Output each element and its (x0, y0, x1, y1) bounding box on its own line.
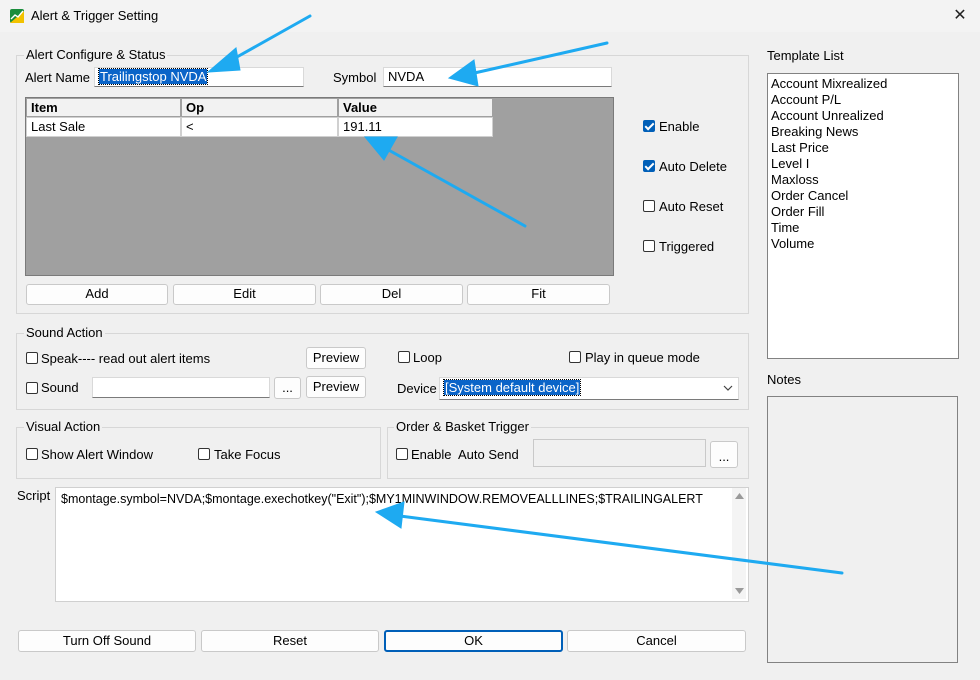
app-icon (10, 9, 24, 23)
script-scrollbar[interactable] (732, 488, 746, 599)
notes-area[interactable] (767, 396, 958, 663)
order-enable-checkbox[interactable] (396, 448, 408, 460)
template-list-label: Template List (767, 48, 844, 63)
auto-send-label: Auto Send (458, 447, 519, 462)
ok-button[interactable]: OK (384, 630, 563, 652)
sound-file-input[interactable] (92, 377, 270, 398)
close-icon[interactable]: ✕ (946, 4, 974, 28)
list-item[interactable]: Order Fill (768, 204, 958, 220)
alert-name-value: Trailingstop NVDA (97, 68, 209, 85)
sound-checkbox[interactable] (26, 382, 38, 394)
device-select[interactable]: [System default device] (439, 377, 739, 400)
device-value: [System default device] (442, 379, 582, 396)
list-item[interactable]: Volume (768, 236, 958, 252)
turn-off-sound-button[interactable]: Turn Off Sound (18, 630, 196, 652)
auto-send-input[interactable] (533, 439, 706, 467)
sound-label: Sound (41, 380, 79, 395)
alert-configure-label: Alert Configure & Status (24, 47, 168, 62)
device-label: Device (397, 381, 437, 396)
sound-action-label: Sound Action (24, 325, 105, 340)
auto-delete-label: Auto Delete (659, 159, 727, 174)
grid-cell-value[interactable]: 191.11 (338, 117, 493, 137)
chevron-down-icon[interactable] (723, 385, 733, 392)
scroll-down-arrow-icon[interactable] (735, 588, 744, 594)
queue-checkbox[interactable] (569, 351, 581, 363)
notes-label: Notes (767, 372, 801, 387)
script-text: $montage.symbol=NVDA;$montage.exechotkey… (61, 492, 703, 506)
grid-header-value[interactable]: Value (338, 98, 493, 117)
list-item[interactable]: Account Unrealized (768, 108, 958, 124)
order-enable-label: Enable (411, 447, 452, 462)
list-item[interactable]: Time (768, 220, 958, 236)
title-bar: Alert & Trigger Setting ✕ (0, 0, 980, 32)
visual-action-label: Visual Action (24, 419, 103, 434)
scroll-up-arrow-icon[interactable] (735, 493, 744, 499)
del-button[interactable]: Del (320, 284, 463, 305)
show-alert-window-label: Show Alert Window (41, 447, 153, 462)
speak-label: Speak---- read out alert items (41, 351, 211, 366)
list-item[interactable]: Last Price (768, 140, 958, 156)
list-item[interactable]: Maxloss (768, 172, 958, 188)
auto-delete-checkbox[interactable] (643, 160, 655, 172)
grid-header-item[interactable]: Item (26, 98, 181, 117)
alert-name-input[interactable]: Trailingstop NVDA (94, 67, 304, 87)
take-focus-label: Take Focus (214, 447, 281, 462)
take-focus-checkbox[interactable] (198, 448, 210, 460)
symbol-label: Symbol (333, 70, 377, 85)
triggered-label: Triggered (659, 239, 715, 254)
grid-cell-op[interactable]: < (181, 117, 338, 137)
sound-browse-button[interactable]: ... (274, 377, 301, 399)
alert-name-label: Alert Name (25, 70, 91, 85)
order-browse-button[interactable]: ... (710, 441, 738, 468)
list-item[interactable]: Account P/L (768, 92, 958, 108)
triggered-checkbox[interactable] (643, 240, 655, 252)
list-item[interactable]: Account Mixrealized (768, 76, 958, 92)
reset-button[interactable]: Reset (201, 630, 379, 652)
list-item[interactable]: Order Cancel (768, 188, 958, 204)
template-list[interactable]: Account Mixrealized Account P/L Account … (767, 73, 959, 359)
loop-label: Loop (413, 350, 442, 365)
list-item[interactable]: Level I (768, 156, 958, 172)
symbol-input[interactable]: NVDA (383, 67, 612, 87)
sound-preview-button[interactable]: Preview (306, 376, 366, 398)
enable-checkbox[interactable] (643, 120, 655, 132)
queue-label: Play in queue mode (585, 350, 700, 365)
cancel-button[interactable]: Cancel (567, 630, 746, 652)
edit-button[interactable]: Edit (173, 284, 316, 305)
grid-cell-item[interactable]: Last Sale (26, 117, 181, 137)
order-basket-label: Order & Basket Trigger (394, 419, 531, 434)
add-button[interactable]: Add (26, 284, 168, 305)
grid-header-op[interactable]: Op (181, 98, 338, 117)
enable-label: Enable (659, 119, 700, 134)
window-title: Alert & Trigger Setting (31, 8, 159, 23)
auto-reset-label: Auto Reset (659, 199, 724, 214)
speak-checkbox[interactable] (26, 352, 38, 364)
fit-button[interactable]: Fit (467, 284, 610, 305)
speak-preview-button[interactable]: Preview (306, 347, 366, 369)
show-alert-window-checkbox[interactable] (26, 448, 38, 460)
loop-checkbox[interactable] (398, 351, 410, 363)
script-label: Script (17, 488, 51, 503)
list-item[interactable]: Breaking News (768, 124, 958, 140)
auto-reset-checkbox[interactable] (643, 200, 655, 212)
